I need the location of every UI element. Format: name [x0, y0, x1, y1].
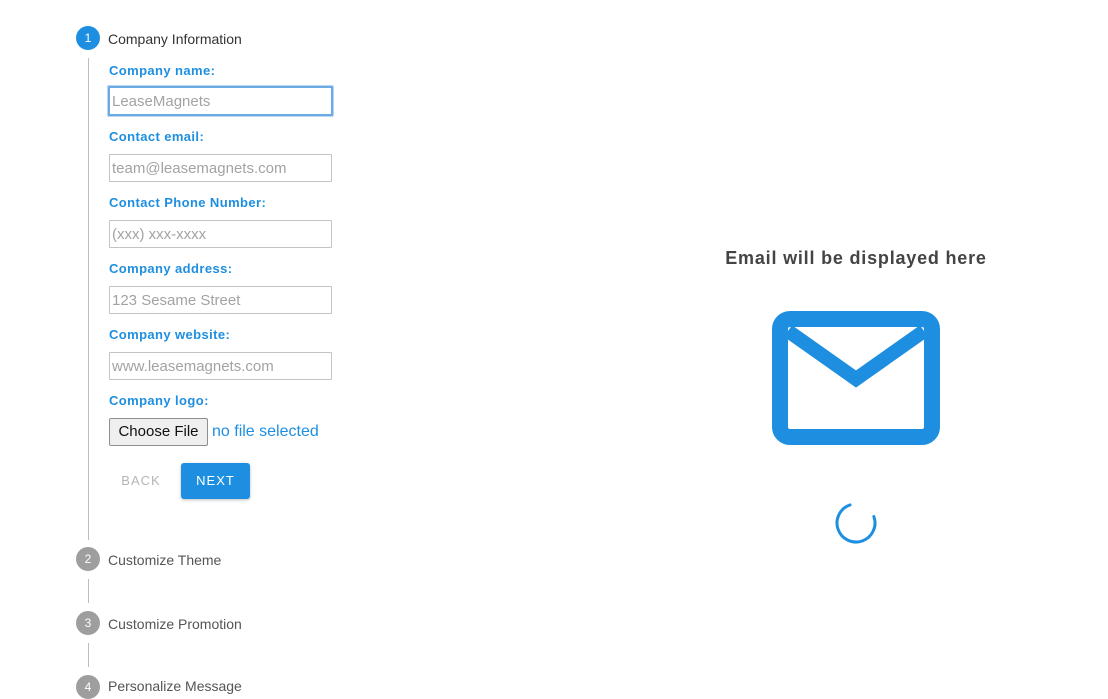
step-4-label[interactable]: Personalize Message: [108, 678, 242, 694]
contact-email-input[interactable]: [109, 154, 332, 182]
choose-file-button[interactable]: Choose File: [109, 418, 208, 446]
step-connector: [88, 579, 89, 603]
contact-phone-input[interactable]: [109, 220, 332, 248]
step-connector: [88, 58, 89, 540]
contact-email-label: Contact email:: [109, 129, 205, 144]
company-website-label: Company website:: [109, 327, 231, 342]
company-logo-label: Company logo:: [109, 393, 209, 408]
step-3-label[interactable]: Customize Promotion: [108, 616, 242, 632]
step-4-indicator[interactable]: 4: [76, 675, 100, 699]
preview-title: Email will be displayed here: [725, 248, 987, 268]
company-name-input[interactable]: [108, 86, 333, 116]
company-address-input[interactable]: [109, 286, 332, 314]
step-1-indicator[interactable]: 1: [76, 26, 100, 50]
contact-phone-label: Contact Phone Number:: [109, 195, 267, 210]
step-2-indicator[interactable]: 2: [76, 547, 100, 571]
step-1-label[interactable]: Company Information: [108, 31, 242, 47]
file-status-text: no file selected: [212, 423, 319, 440]
next-button[interactable]: NEXT: [181, 463, 250, 499]
step-connector: [88, 643, 89, 667]
step-3-indicator[interactable]: 3: [76, 611, 100, 635]
step-2-label[interactable]: Customize Theme: [108, 552, 221, 568]
envelope-icon: [772, 311, 940, 445]
company-website-input[interactable]: [109, 352, 332, 380]
company-name-label: Company name:: [109, 63, 216, 78]
spinner-icon: [834, 501, 878, 545]
back-button[interactable]: BACK: [112, 463, 170, 499]
company-address-label: Company address:: [109, 261, 233, 276]
